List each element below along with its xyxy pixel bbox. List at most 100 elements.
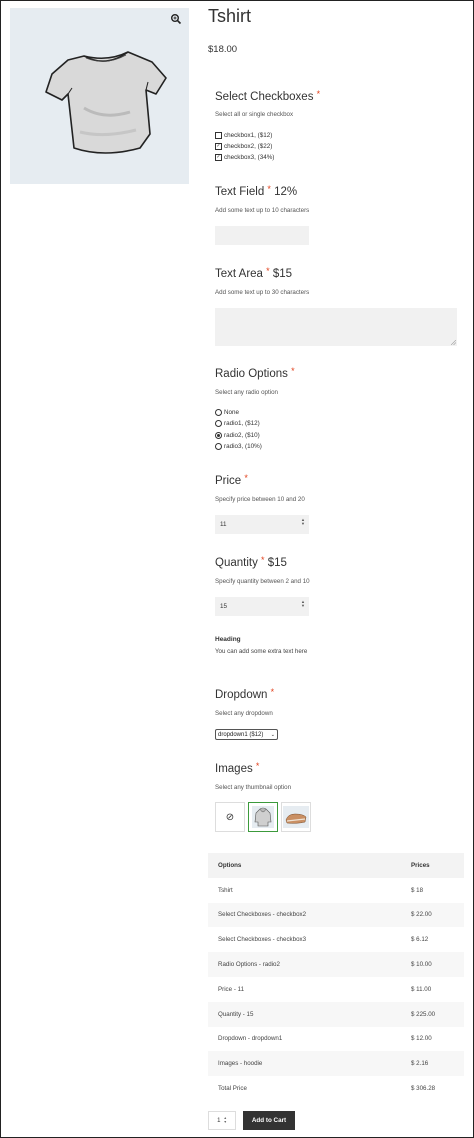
- radio-label: radio3, (10%): [224, 443, 262, 450]
- price-value: 11: [220, 521, 227, 528]
- radio-option-2[interactable]: radio2, ($10): [215, 432, 260, 439]
- row-option: Select Checkboxes - checkbox3: [218, 936, 307, 944]
- checkboxes-description: Select all or single checkbox: [215, 111, 294, 118]
- number-spinner-icon[interactable]: ▲ ▼: [301, 518, 305, 526]
- quantity-description: Specify quantity between 2 and 10: [215, 578, 310, 585]
- text-field-extra-price: 12%: [274, 186, 298, 198]
- checkbox-label: checkbox1, ($12): [224, 132, 273, 139]
- column-header-prices: Prices: [411, 861, 430, 869]
- radio-option-none[interactable]: None: [215, 409, 239, 416]
- text-field-description: Add some text up to 10 characters: [215, 207, 310, 214]
- thumbnail-hoodie[interactable]: [248, 802, 278, 832]
- row-option: Select Checkboxes - checkbox2: [218, 911, 307, 919]
- images-title-text: Images: [215, 763, 253, 775]
- quantity-extra-price: $15: [267, 557, 287, 569]
- radio-button[interactable]: [215, 443, 222, 450]
- row-price: $ 6.12: [411, 936, 429, 944]
- checkbox-label: checkbox3, (34%): [224, 154, 275, 161]
- beanie-icon: [283, 806, 309, 828]
- row-option: Price - 11: [218, 985, 245, 993]
- table-header-row: Options Prices: [208, 853, 464, 878]
- required-marker: *: [266, 266, 270, 276]
- table-row: Radio Options - radio2 $ 10.00: [208, 952, 464, 977]
- quantity-value: 15: [220, 603, 228, 610]
- image-thumbnail-options: ⊘: [215, 802, 311, 832]
- product-price: $18.00: [208, 44, 238, 55]
- checkbox-2[interactable]: ✓ checkbox2, ($22): [215, 143, 272, 150]
- extra-text: You can add some extra text here: [215, 648, 308, 655]
- text-field-title: Text Field * 12%: [215, 184, 297, 198]
- dropdown-title-text: Dropdown: [215, 689, 268, 701]
- table-row: Quantity - 15 $ 225.00: [208, 1001, 464, 1027]
- radio-option-1[interactable]: radio1, ($12): [215, 420, 260, 427]
- row-option: Radio Options - radio2: [218, 961, 280, 969]
- none-icon: ⊘: [225, 811, 235, 823]
- row-price: $ 225.00: [411, 1010, 436, 1018]
- radio-label: None: [224, 409, 240, 416]
- number-spinner-icon[interactable]: ▲ ▼: [301, 600, 305, 608]
- text-area-description: Add some text up to 30 characters: [215, 289, 310, 296]
- radio-options-description: Select any radio option: [215, 389, 278, 396]
- row-price: $ 18: [411, 886, 424, 894]
- radio-button-selected[interactable]: [215, 432, 222, 439]
- price-number-input[interactable]: 11 ▲ ▼: [215, 515, 309, 534]
- text-field-title-text: Text Field: [215, 186, 265, 198]
- checkbox-3[interactable]: ✓ checkbox3, (34%): [215, 154, 274, 161]
- text-area-input[interactable]: [215, 308, 457, 346]
- images-description: Select any thumbnail option: [215, 784, 292, 791]
- row-price: $ 11.00: [411, 985, 432, 993]
- table-row: Dropdown - dropdown1 $ 12.00: [208, 1027, 464, 1052]
- thumbnail-none[interactable]: ⊘: [215, 802, 245, 832]
- row-price: $ 2.16: [411, 1060, 429, 1068]
- checkboxes-title-text: Select Checkboxes: [215, 91, 314, 103]
- radio-button[interactable]: [215, 420, 222, 427]
- checkbox-1[interactable]: checkbox1, ($12): [215, 132, 272, 139]
- dropdown-selected-value: dropdown1 ($12): [218, 732, 264, 738]
- table-row: Images - hoodie $ 2.16: [208, 1051, 464, 1077]
- thumbnail-beanie[interactable]: [281, 802, 311, 832]
- radio-options-title: Radio Options *: [215, 366, 295, 380]
- table-row: Select Checkboxes - checkbox2 $ 22.00: [208, 902, 464, 928]
- required-marker: *: [270, 687, 275, 697]
- quantity-title-text: Quantity: [215, 557, 258, 569]
- row-price: $ 22.00: [411, 911, 432, 919]
- radio-options-title-text: Radio Options: [215, 368, 288, 380]
- quantity-number-input[interactable]: 15 ▲ ▼: [215, 597, 309, 616]
- text-field-input[interactable]: [215, 226, 309, 245]
- checkbox-box[interactable]: [215, 132, 222, 139]
- number-spinner-icon[interactable]: ▲ ▼: [223, 1116, 226, 1124]
- cart-quantity-value: 1: [217, 1117, 221, 1124]
- cart-quantity-input[interactable]: 1 ▲ ▼: [208, 1111, 236, 1130]
- checkbox-box-checked[interactable]: ✓: [215, 143, 222, 150]
- dropdown-select[interactable]: dropdown1 ($12) ⌄: [215, 729, 278, 740]
- price-description: Specify price between 10 and 20: [215, 496, 305, 503]
- hoodie-icon: [252, 806, 274, 828]
- table-row: Tshirt $ 18: [208, 878, 464, 903]
- row-option: Images - hoodie: [218, 1060, 263, 1068]
- table-row: Price - 11 $ 11.00: [208, 977, 464, 1002]
- text-area-title: Text Area * $15: [215, 266, 292, 280]
- radio-option-3[interactable]: radio3, (10%): [215, 443, 262, 450]
- checkbox-box-checked[interactable]: ✓: [215, 154, 222, 161]
- row-price: $ 306.28: [411, 1085, 436, 1093]
- radio-label: radio1, ($12): [224, 420, 260, 427]
- dropdown-description: Select any dropdown: [215, 710, 273, 717]
- checkbox-label: checkbox2, ($22): [224, 143, 273, 150]
- row-option: Dropdown - dropdown1: [218, 1035, 283, 1043]
- tshirt-illustration: [45, 51, 167, 154]
- zoom-icon[interactable]: [170, 13, 184, 27]
- required-marker: *: [244, 473, 248, 483]
- required-marker: *: [255, 761, 260, 771]
- product-image[interactable]: [10, 8, 189, 184]
- required-marker: *: [291, 366, 295, 376]
- column-header-options: Options: [218, 861, 242, 869]
- row-price: $ 10.00: [411, 961, 432, 969]
- resize-handle-icon[interactable]: [451, 340, 456, 345]
- price-summary-table: Options Prices Tshirt $ 18 Select Checkbo…: [208, 853, 464, 1101]
- checkboxes-title: Select Checkboxes *: [215, 89, 320, 103]
- row-price: $ 12.00: [411, 1035, 432, 1043]
- required-marker: *: [267, 184, 271, 194]
- table-row-total: Total Price $ 306.28: [208, 1076, 464, 1101]
- radio-button[interactable]: [215, 409, 222, 416]
- add-to-cart-button[interactable]: Add to Cart: [243, 1111, 295, 1130]
